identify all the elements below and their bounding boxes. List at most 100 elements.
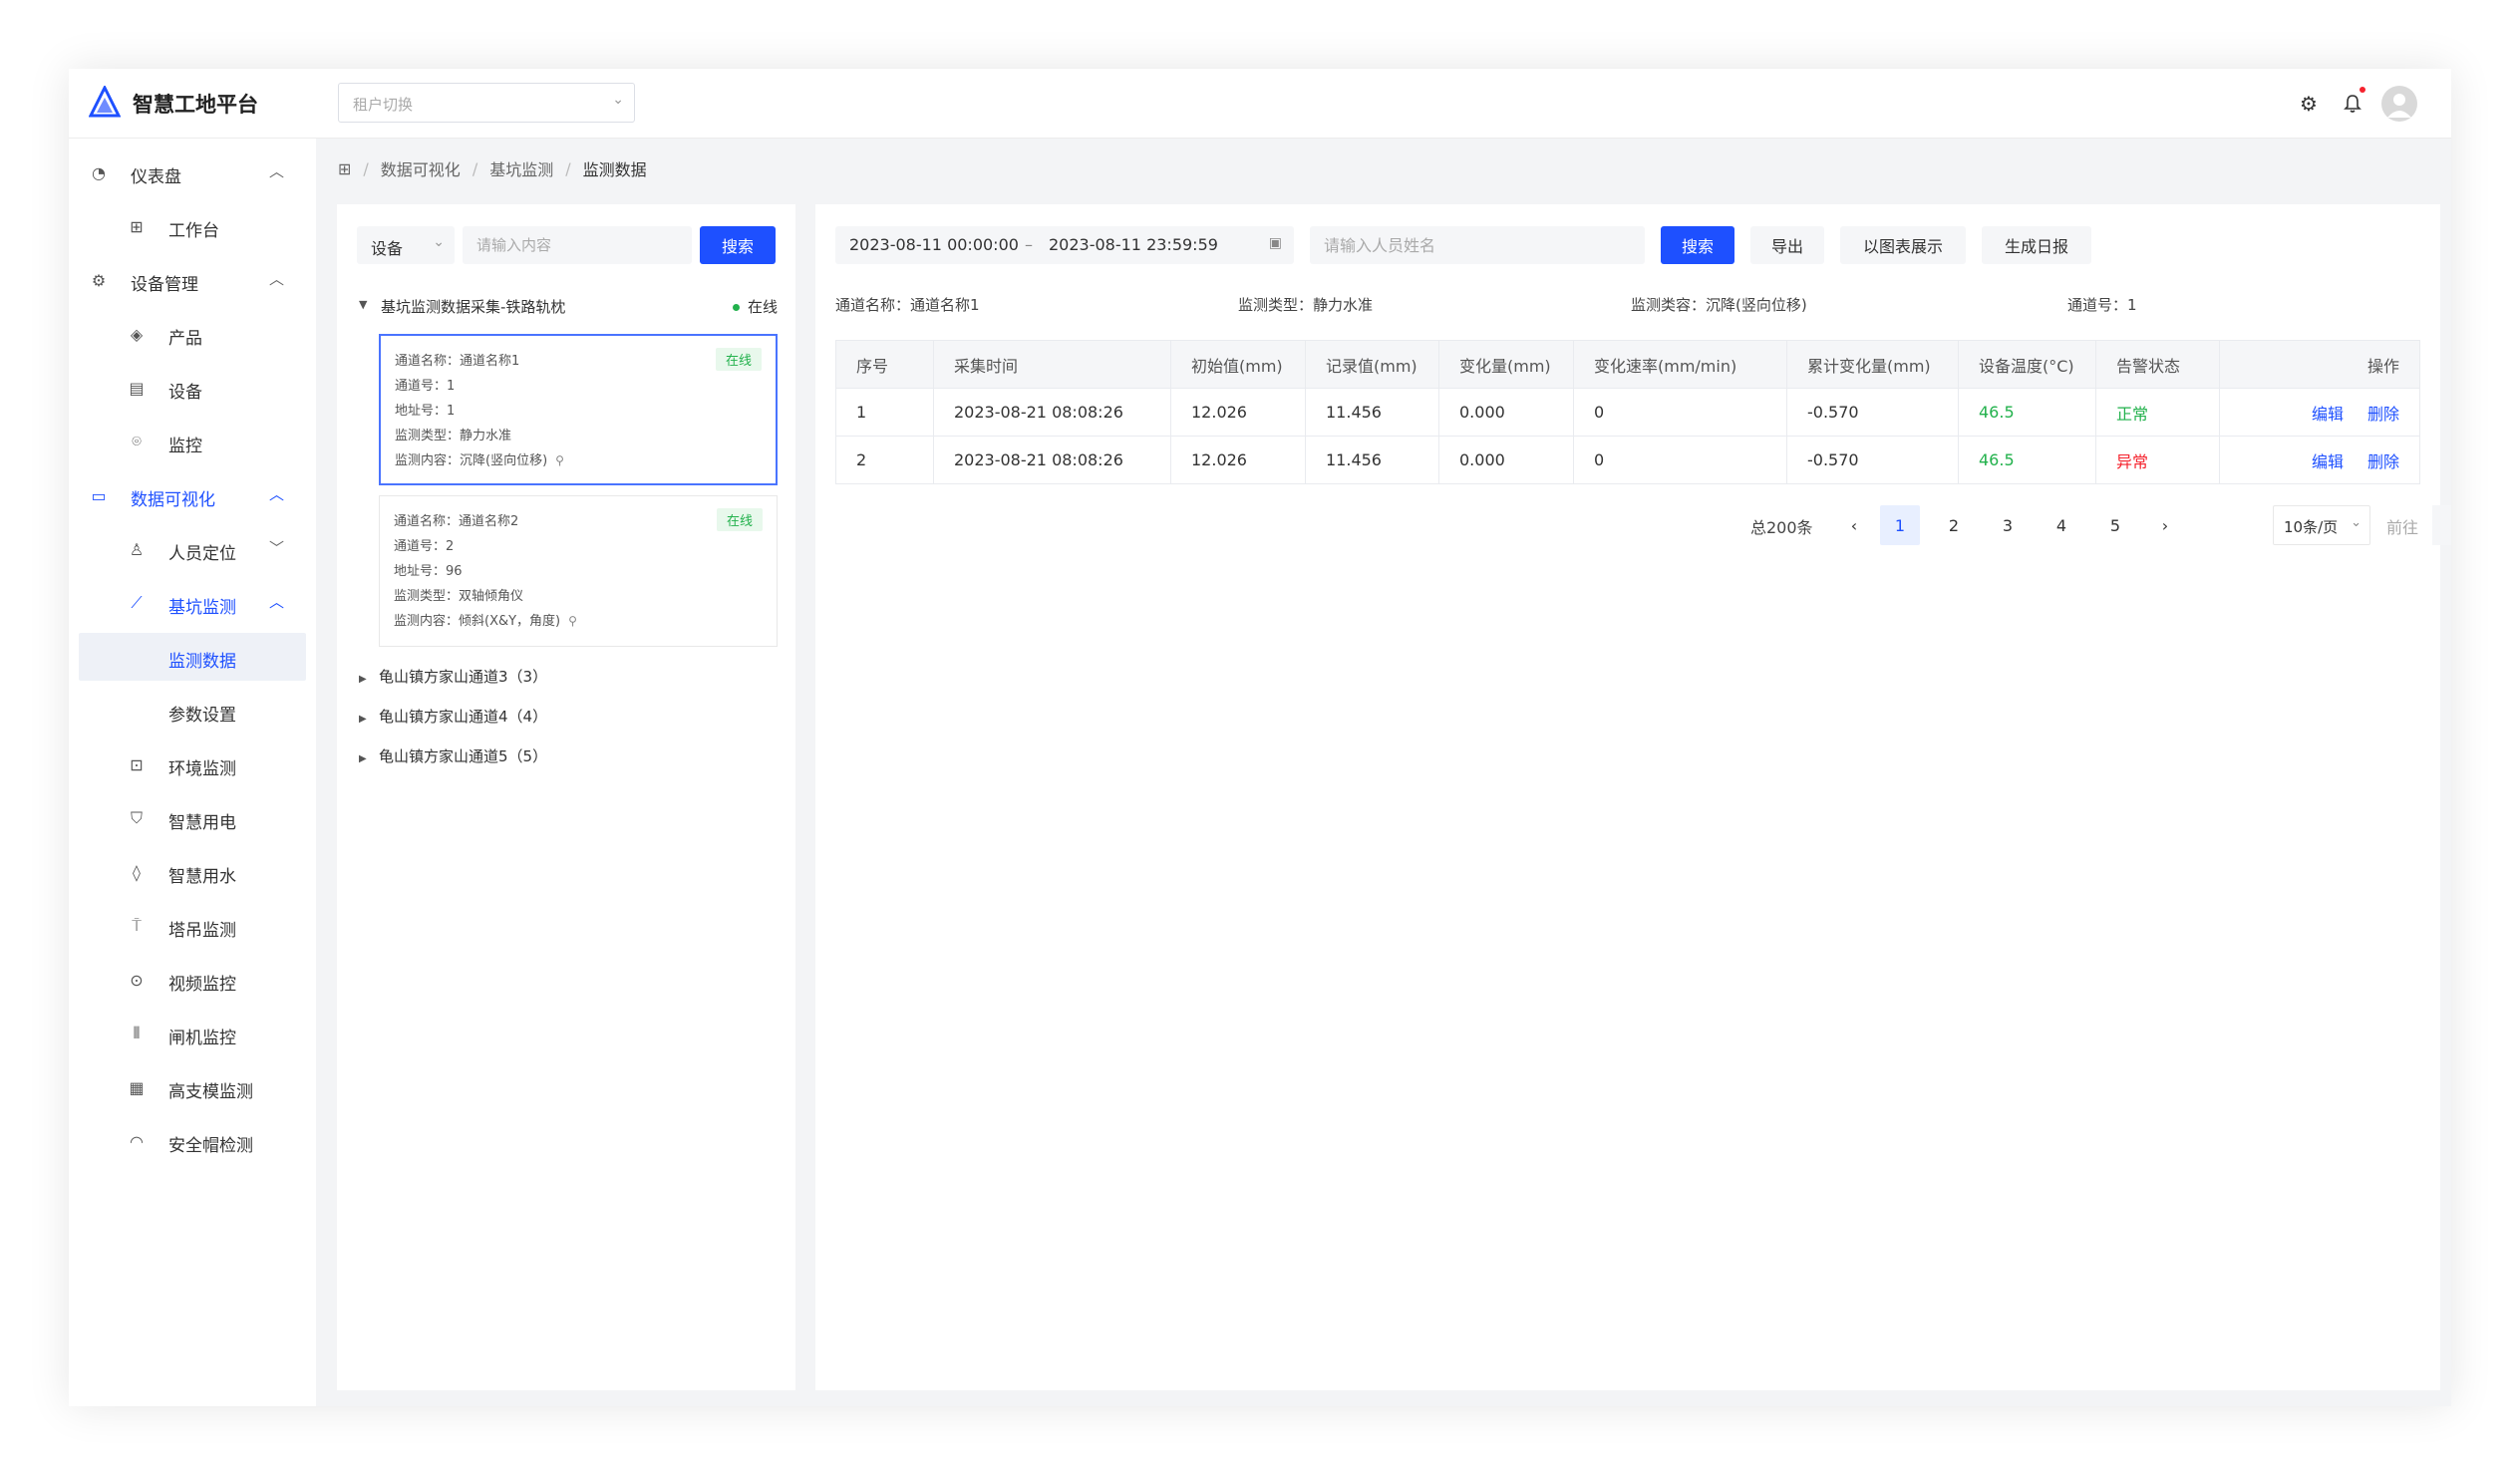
chevron-up-icon: ︿ <box>268 593 284 611</box>
delete-link[interactable]: 删除 <box>2367 452 2399 471</box>
sidebar-item-product[interactable]: ◈ 产品 <box>69 310 316 358</box>
notification-bell-icon[interactable] <box>2338 87 2367 119</box>
chevron-down-icon: ﹀ <box>268 539 284 557</box>
online-status: 在线 <box>732 296 778 317</box>
sidebar-item-video-surveillance[interactable]: ⊙ 视频监控 <box>69 956 316 1004</box>
pagination-total: 总200条 <box>1750 518 1813 537</box>
col-header: 告警状态 <box>2095 340 2220 389</box>
chevron-up-icon: ︿ <box>268 162 284 180</box>
sidebar-item-workbench[interactable]: ⊞ 工作台 <box>69 202 316 250</box>
table-row: 2 2023-08-21 08:08:26 12.026 11.456 0.00… <box>835 436 2420 484</box>
tenant-switch-select[interactable]: 租户切换 ⌄ <box>338 83 635 123</box>
tree-search-input[interactable] <box>463 226 692 264</box>
page-button[interactable]: 3 <box>1988 505 2028 545</box>
delete-link[interactable]: 删除 <box>2367 405 2399 424</box>
page-button[interactable]: 4 <box>2042 505 2081 545</box>
user-avatar[interactable] <box>2381 86 2417 122</box>
caret-right-icon[interactable]: ▶ <box>359 753 379 764</box>
next-page-chevron-right-icon[interactable]: › <box>2145 505 2185 545</box>
sidebar-item-tower-crane-monitoring[interactable]: ⍑ 塔吊监测 <box>69 902 316 950</box>
page-button[interactable]: 5 <box>2095 505 2135 545</box>
sidebar-item-parameter-settings[interactable]: 参数设置 <box>69 687 316 735</box>
page-size-select[interactable]: 10条/页 ⌄ <box>2273 505 2370 545</box>
chevron-down-icon: ⌄ <box>612 92 624 108</box>
play-circle-icon: ⊙ <box>130 970 144 990</box>
sidebar-item-high-formwork-monitoring[interactable]: ▦ 高支模监测 <box>69 1063 316 1111</box>
notification-dot <box>2360 87 2365 93</box>
sidebar-item-monitoring-data[interactable]: 监测数据 <box>79 633 306 681</box>
channel-card[interactable]: 在线 通道名称：通道名称2 通道号：2 地址号：96 监测类型：双轴倾角仪 监测… <box>379 495 778 647</box>
col-header: 设备温度(°C) <box>1958 340 2096 389</box>
settings-gear-icon[interactable]: ⚙ <box>2294 89 2324 119</box>
export-button[interactable]: 导出 <box>1750 226 1824 264</box>
page-button[interactable]: 1 <box>1880 505 1920 545</box>
breadcrumb-item[interactable]: 数据可视化 <box>381 156 461 180</box>
sidebar: ◔ 仪表盘 ︿ ⊞ 工作台 ⚙ 设备管理 ︿ ◈ 产品 ▤ 设备 ⌾ 监控 ▭ … <box>69 139 316 1406</box>
caret-right-icon[interactable]: ▶ <box>359 714 379 725</box>
environment-icon: ⊡ <box>130 754 144 774</box>
col-header: 采集时间 <box>933 340 1171 389</box>
calendar-icon: ▣ <box>1268 235 1282 251</box>
top-header: 智慧工地平台 租户切换 ⌄ ⚙ <box>69 69 2451 139</box>
sidebar-item-smart-electricity[interactable]: ⛉ 智慧用电 <box>69 794 316 842</box>
edit-link[interactable]: 编辑 <box>2312 405 2344 424</box>
sidebar-item-smart-water[interactable]: ◊ 智慧用水 <box>69 848 316 896</box>
search-button[interactable]: 搜索 <box>1661 226 1734 264</box>
sidebar-item-personnel-location[interactable]: ♙ 人员定位 ﹀ <box>69 525 316 573</box>
chevron-down-icon: ⌄ <box>2351 515 2362 530</box>
person-name-input[interactable] <box>1310 226 1645 264</box>
generate-daily-report-button[interactable]: 生成日报 <box>1982 226 2091 264</box>
tree-node[interactable]: ▶ 龟山镇方家山通道3（3） <box>359 666 547 687</box>
grid-icon: ⊞ <box>130 216 144 236</box>
caret-down-icon[interactable]: ▼ <box>359 298 367 311</box>
alarm-status: 正常 <box>2095 388 2220 437</box>
shield-icon: ⛉ <box>130 808 143 827</box>
info-monitor-type: 监测类型：静力水准 <box>1238 296 1374 314</box>
line-chart-icon: ⟋ <box>131 593 143 612</box>
device-type-select[interactable]: 设备 ⌄ <box>357 226 455 264</box>
dashboard-gauge-icon: ◔ <box>92 162 106 182</box>
sidebar-item-device[interactable]: ▤ 设备 <box>69 364 316 412</box>
info-channel-name: 通道名称：通道名称1 <box>835 296 980 314</box>
sidebar-item-data-visualization[interactable]: ▭ 数据可视化 ︿ <box>69 471 316 519</box>
helmet-icon: ◠ <box>130 1131 144 1151</box>
edit-link[interactable]: 编辑 <box>2312 452 2344 471</box>
tree-node[interactable]: ▶ 龟山镇方家山通道4（4） <box>359 706 547 727</box>
tree-root-node[interactable]: ▼ 基坑监测数据采集-铁路轨枕 在线 <box>359 296 778 320</box>
chevron-down-icon: ⌄ <box>433 234 445 250</box>
tree-search-button[interactable]: 搜索 <box>700 226 776 264</box>
page-button[interactable]: 2 <box>1934 505 1974 545</box>
gate-icon: ⫴ <box>133 1024 141 1042</box>
goto-page-input[interactable] <box>2432 505 2451 545</box>
date-range-picker[interactable]: 2023-08-11 00:00:00 – 2023-08-11 23:59:5… <box>835 226 1294 264</box>
tree-node[interactable]: ▶ 龟山镇方家山通道5（5） <box>359 745 547 766</box>
home-grid-icon[interactable]: ⊞ <box>338 159 351 178</box>
sidebar-item-gate-monitoring[interactable]: ⫴ 闸机监控 <box>69 1010 316 1057</box>
show-chart-button[interactable]: 以图表展示 <box>1840 226 1966 264</box>
chevron-up-icon: ︿ <box>268 270 284 288</box>
col-header: 变化量(mm) <box>1438 340 1574 389</box>
breadcrumb-item[interactable]: 基坑监测 <box>489 156 553 180</box>
channel-card[interactable]: 在线 通道名称：通道名称1 通道号：1 地址号：1 监测类型：静力水准 监测内容… <box>379 334 778 485</box>
sidebar-item-pit-monitoring[interactable]: ⟋ 基坑监测 ︿ <box>69 579 316 627</box>
col-header: 初始值(mm) <box>1170 340 1306 389</box>
water-drop-icon: ◊ <box>133 862 141 882</box>
sidebar-item-monitor[interactable]: ⌾ 监控 <box>69 418 316 465</box>
formwork-grid-icon: ▦ <box>129 1077 145 1097</box>
breadcrumb-current: 监测数据 <box>582 160 647 179</box>
crane-icon: ⍑ <box>132 916 142 935</box>
monitoring-data-panel: 2023-08-11 00:00:00 – 2023-08-11 23:59:5… <box>815 204 2451 1390</box>
location-pin-icon[interactable]: ⚲ <box>568 614 577 628</box>
caret-right-icon[interactable]: ▶ <box>359 674 379 685</box>
device-settings-icon: ⚙ <box>91 270 107 290</box>
sidebar-item-device-management[interactable]: ⚙ 设备管理 ︿ <box>69 256 316 304</box>
sidebar-item-dashboard[interactable]: ◔ 仪表盘 ︿ <box>69 148 316 196</box>
location-pin-icon[interactable]: ⚲ <box>555 453 564 467</box>
sidebar-item-environment-monitoring[interactable]: ⊡ 环境监测 <box>69 740 316 788</box>
prev-page-chevron-left-icon[interactable]: ‹ <box>1834 505 1874 545</box>
monitor-chart-icon: ▭ <box>91 485 107 505</box>
table-row: 1 2023-08-21 08:08:26 12.026 11.456 0.00… <box>835 388 2420 437</box>
sidebar-item-helmet-detection[interactable]: ◠ 安全帽检测 <box>69 1117 316 1165</box>
app-title: 智慧工地平台 <box>133 93 258 117</box>
server-icon: ▤ <box>129 378 145 398</box>
